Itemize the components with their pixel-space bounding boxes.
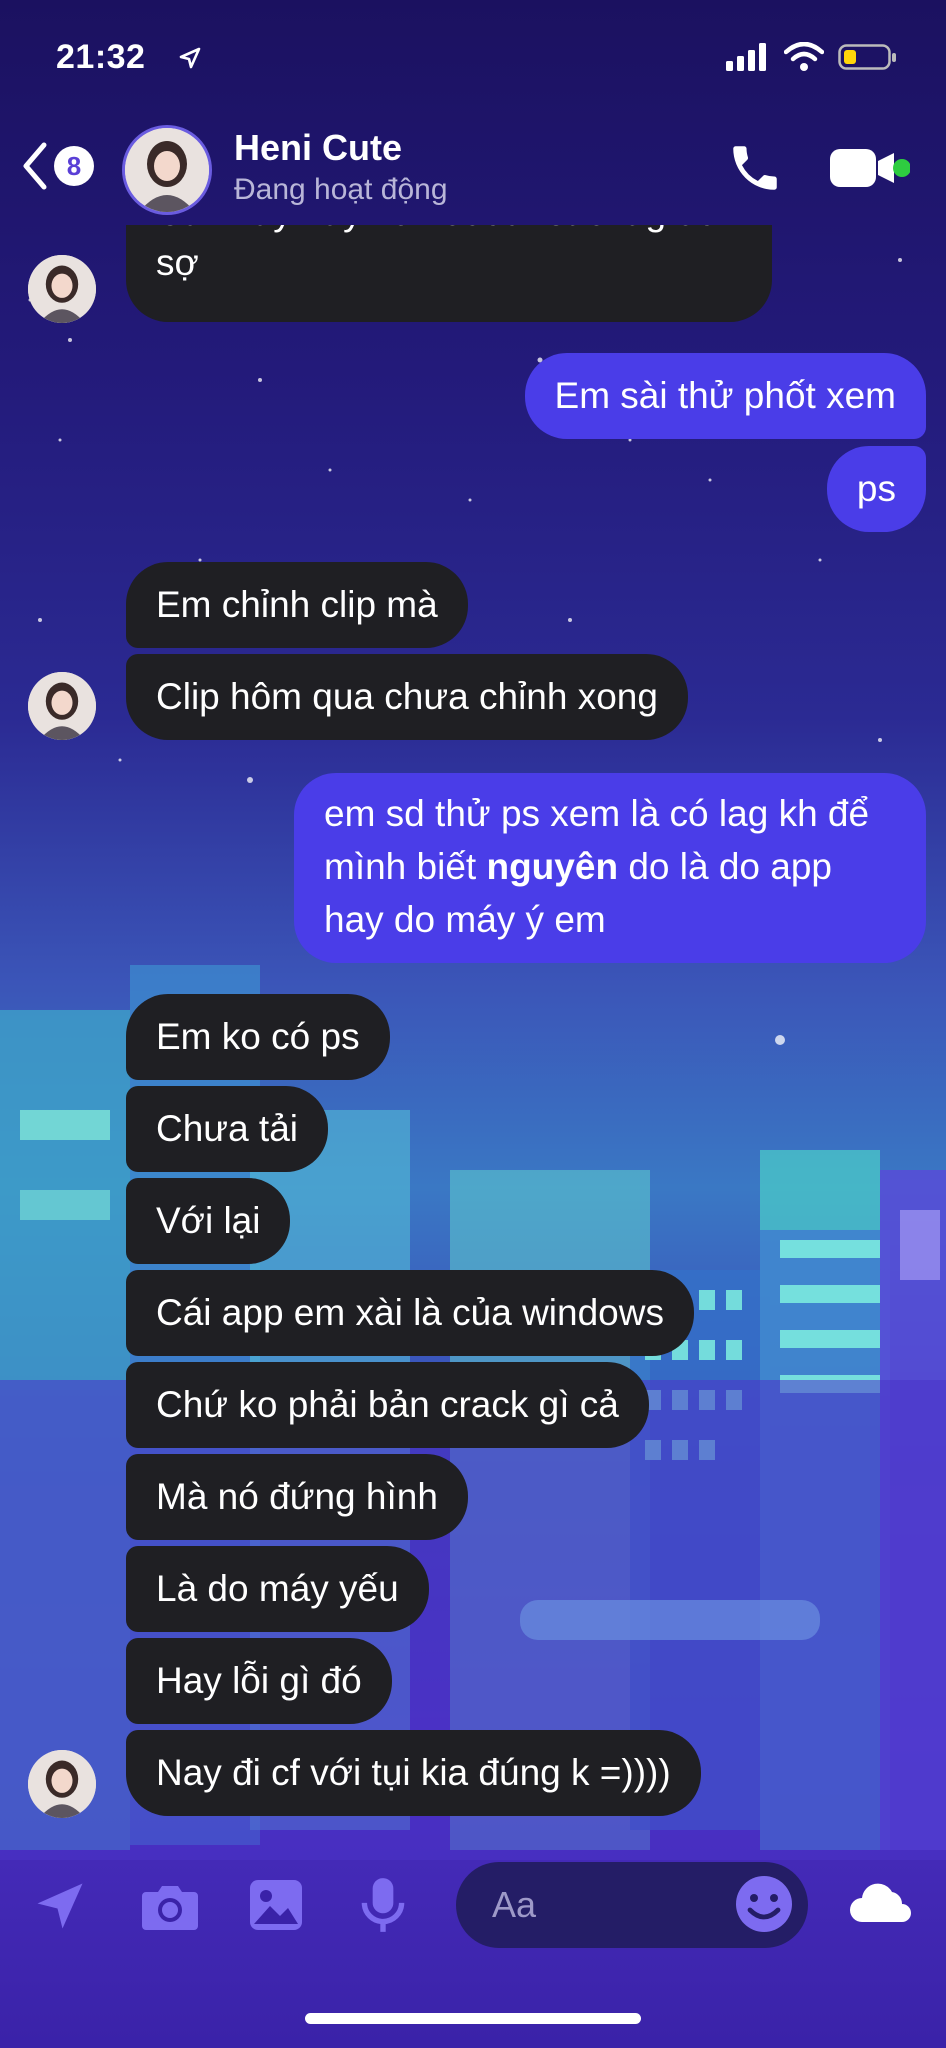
emoji-icon[interactable] [734, 1874, 794, 1934]
message-text: Chứ ko phải bản crack gì cả [156, 1384, 619, 1425]
incoming-message[interactable]: Chưa tải [126, 1086, 329, 1172]
message-input[interactable]: Aa [456, 1862, 808, 1948]
message-text: Nay đi cf với tụi kia đúng k =)))) [156, 1752, 671, 1793]
message-text: Em ko có ps [156, 1016, 360, 1057]
message-text: Chưa tải [156, 1108, 299, 1149]
message-bold-text: nguyên [486, 846, 619, 887]
avatar-image [28, 672, 96, 740]
location-icon[interactable] [30, 1876, 90, 1936]
incoming-message[interactable]: Nay đi cf với tụi kia đúng k =)))) [126, 1730, 701, 1816]
incoming-message[interactable]: Với lại [126, 1178, 291, 1264]
incoming-message[interactable]: Hay lỗi gì đó [126, 1638, 392, 1724]
message-text: Là do máy yếu [156, 1568, 399, 1609]
message-composer: Aa [0, 1850, 946, 1960]
back-button[interactable]: 8 [20, 141, 94, 191]
outgoing-message[interactable]: Em sài thử phốt xem [524, 353, 926, 439]
avatar-image [28, 1750, 96, 1818]
incoming-message[interactable]: Clip hôm qua chưa chỉnh xong [126, 654, 688, 740]
avatar-image [125, 128, 209, 212]
message-text: Với lại [156, 1200, 261, 1241]
gallery-icon[interactable] [246, 1876, 306, 1934]
cloud-icon[interactable] [846, 1878, 914, 1928]
status-time: 21:32 [56, 38, 146, 76]
message-text: ps [856, 468, 896, 509]
sender-avatar[interactable] [28, 255, 96, 323]
avatar-image [28, 255, 96, 323]
home-indicator [305, 2013, 641, 2024]
message-text: Cái app em xài là của windows [156, 1292, 664, 1333]
status-bar: 21:32 [0, 0, 946, 110]
incoming-message[interactable]: Em ko có ps [126, 994, 390, 1080]
message-text: Mà nó đứng hình [156, 1476, 438, 1517]
incoming-message[interactable]: Em chỉnh clip mà [126, 562, 468, 648]
wifi-icon [784, 42, 824, 71]
incoming-message[interactable]: Mà nó đứng hình [126, 1454, 468, 1540]
message-text: Em chỉnh clip mà [156, 584, 438, 625]
activity-status: Đang hoạt động [234, 173, 448, 206]
contact-avatar[interactable] [122, 125, 212, 215]
message-text: Hay lỗi gì đó [156, 1660, 362, 1701]
outgoing-message[interactable]: em sd thử ps xem là có lag kh để mình bi… [294, 773, 926, 963]
contact-name[interactable]: Heni Cute [234, 127, 402, 169]
message-text: Em sài thử phốt xem [554, 375, 896, 416]
message-text: Clip hôm qua chưa chỉnh xong [156, 676, 658, 717]
sender-avatar[interactable] [28, 1750, 96, 1818]
location-arrow-icon [179, 47, 201, 69]
online-dot [893, 159, 910, 177]
incoming-message[interactable]: Chứ ko phải bản crack gì cả [126, 1362, 649, 1448]
battery-icon [838, 44, 896, 70]
video-call-icon[interactable] [828, 145, 910, 191]
conversation-header: 8 Heni Cute Đang hoạt động [0, 115, 946, 225]
message-input-placeholder: Aa [492, 1884, 537, 1925]
chevron-left-icon [23, 142, 47, 190]
incoming-message[interactable]: Là do máy yếu [126, 1546, 429, 1632]
phone-call-icon[interactable] [726, 139, 784, 197]
cellular-signal-icon [726, 43, 766, 71]
incoming-message[interactable]: Cái app em xài là của windows [126, 1270, 694, 1356]
unread-count-badge: 8 [54, 146, 94, 186]
outgoing-message[interactable]: ps [826, 446, 926, 532]
sender-avatar[interactable] [28, 672, 96, 740]
microphone-icon[interactable] [358, 1874, 408, 1936]
status-icons [726, 42, 898, 72]
camera-icon[interactable] [138, 1878, 202, 1934]
